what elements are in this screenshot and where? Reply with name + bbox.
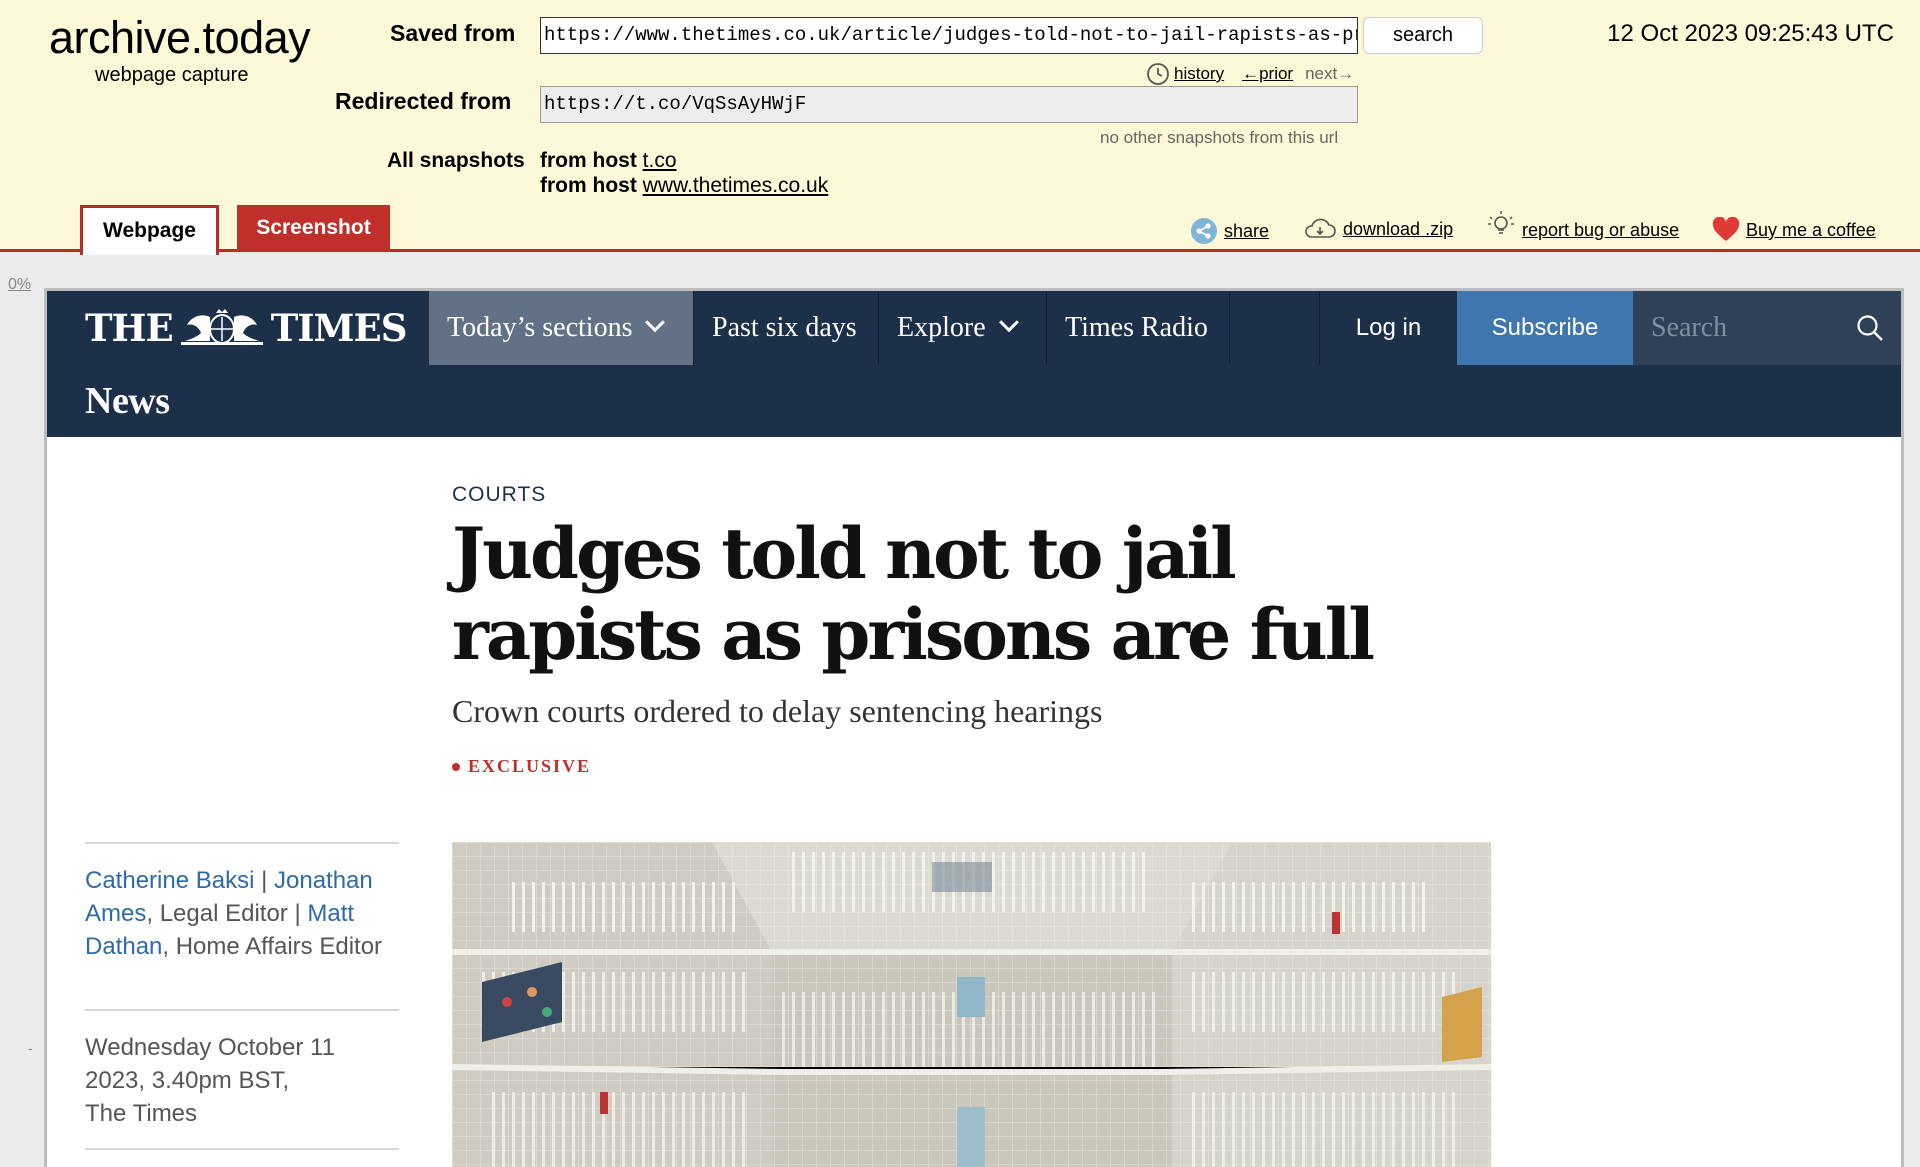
search-field[interactable]: Search [1633, 291, 1901, 365]
coffee-action[interactable]: Buy me a coffee [1712, 217, 1876, 243]
search-icon[interactable] [1855, 313, 1885, 343]
report-link[interactable]: report bug or abuse [1522, 220, 1679, 241]
host-link-tco[interactable]: t.co [643, 149, 677, 172]
coffee-link[interactable]: Buy me a coffee [1746, 220, 1876, 241]
clock-icon [1147, 63, 1169, 85]
times-logo-the: THE [85, 306, 174, 350]
lightbulb-icon [1488, 210, 1514, 234]
article-publication: The Times [85, 1100, 198, 1127]
tab-screenshot[interactable]: Screenshot [237, 205, 390, 252]
dot-icon [452, 762, 460, 771]
nav-explore[interactable]: Explore [878, 291, 1046, 365]
captured-page-frame: THE TIMES Today’s sections Past six days… [44, 288, 1904, 1167]
chevron-down-icon [645, 312, 666, 333]
archive-sublogo: webpage capture [95, 64, 249, 86]
no-other-snapshots: no other snapshots from this url [1100, 128, 1339, 147]
next-link: next→ [1305, 64, 1355, 83]
login-button[interactable]: Log in [1319, 291, 1457, 365]
report-action[interactable]: report bug or abuse [1486, 208, 1679, 241]
snapshot-host-2: from host www.thetimes.co.uk [540, 174, 828, 198]
progress-label[interactable]: 0% [8, 276, 31, 294]
subscribe-button[interactable]: Subscribe [1457, 291, 1633, 365]
snapshot-host-1: from host t.co [540, 149, 677, 173]
search-placeholder: Search [1651, 312, 1728, 343]
nav-todays-sections-label: Today’s sections [447, 312, 633, 343]
history-nav: history ←prior next→ [1146, 62, 1354, 86]
times-logo[interactable]: THE TIMES [47, 291, 429, 365]
author-role-dathan: , Home Affairs Editor [162, 933, 383, 960]
download-link[interactable]: download .zip [1343, 219, 1453, 240]
host-link-thetimes[interactable]: www.thetimes.co.uk [643, 174, 829, 197]
author-role-ames: , Legal Editor | [146, 900, 308, 927]
share-link[interactable]: share [1224, 221, 1269, 242]
share-action[interactable]: share [1190, 217, 1269, 245]
times-top-nav: THE TIMES Today’s sections Past six days… [47, 291, 1901, 365]
chevron-down-icon [998, 312, 1019, 333]
article-byline: Catherine Baksi | Jonathan Ames, Legal E… [85, 842, 399, 963]
redirected-from-label: Redirected from [335, 88, 512, 114]
article-dateline: Wednesday October 11 2023, 3.40pm BST, T… [85, 1009, 399, 1150]
redirected-url-input[interactable]: https://t.co/VqSsAyHWjF [540, 86, 1358, 123]
section-title-news[interactable]: News [47, 365, 1901, 437]
from-host-label: from host [540, 149, 637, 172]
archive-header: archive.today webpage capture Saved from… [0, 0, 1920, 255]
nav-todays-sections[interactable]: Today’s sections [429, 291, 693, 365]
search-button[interactable]: search [1363, 17, 1483, 54]
article-headline: Judges told not to jail rapists as priso… [452, 512, 1375, 676]
archive-logo[interactable]: archive.today [49, 12, 311, 64]
cloud-download-icon [1305, 218, 1336, 238]
side-tick: - [28, 1040, 33, 1056]
tab-webpage[interactable]: Webpage [80, 205, 219, 255]
times-logo-times: TIMES [270, 306, 408, 350]
download-action[interactable]: download .zip [1303, 217, 1453, 241]
heart-icon [1712, 217, 1740, 241]
byline-separator: | [254, 867, 274, 894]
exclusive-tag-label: EXCLUSIVE [468, 756, 592, 776]
nav-times-radio[interactable]: Times Radio [1046, 291, 1229, 365]
nav-spacer [1229, 291, 1319, 365]
prior-link[interactable]: ←prior [1242, 64, 1293, 84]
royal-crest-icon [180, 309, 263, 345]
exclusive-tag: EXCLUSIVE [452, 756, 591, 777]
all-snapshots-label: All snapshots [387, 149, 525, 172]
saved-from-url-input[interactable]: https://www.thetimes.co.uk/article/judge… [540, 17, 1358, 54]
history-link[interactable]: history [1174, 64, 1224, 84]
share-icon [1191, 218, 1217, 244]
article-section-label[interactable]: COURTS [452, 483, 546, 507]
saved-from-label: Saved from [390, 20, 516, 46]
article-lead-image[interactable] [452, 842, 1491, 1167]
from-host-label: from host [540, 174, 637, 197]
article-date: Wednesday October 11 2023, 3.40pm BST, [85, 1034, 335, 1094]
capture-date: 12 Oct 2023 09:25:43 UTC [1607, 20, 1894, 47]
article-standfirst: Crown courts ordered to delay sentencing… [452, 693, 1103, 729]
nav-explore-label: Explore [897, 312, 986, 343]
nav-past-six-days[interactable]: Past six days [693, 291, 878, 365]
author-link-baksi[interactable]: Catherine Baksi [85, 867, 254, 894]
prison-interior-image [452, 842, 1491, 1167]
